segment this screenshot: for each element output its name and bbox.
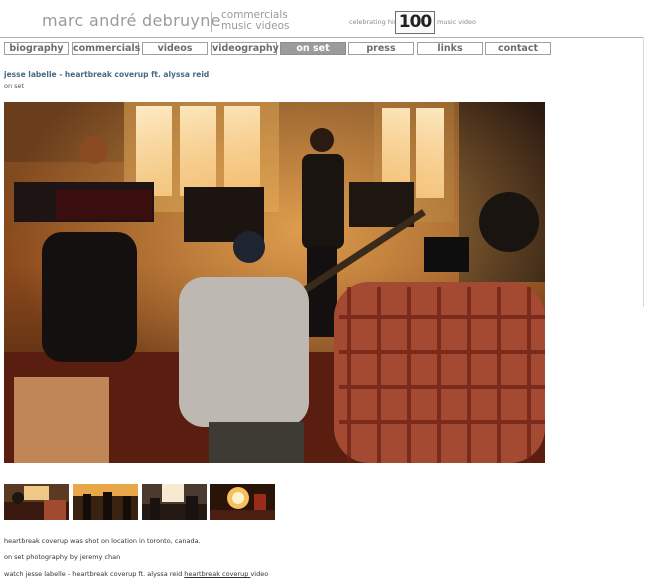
nav-commercials[interactable]: commercials — [72, 42, 140, 55]
nav-on-set[interactable]: on set — [280, 42, 346, 55]
subtitle-music-videos: music videos — [221, 20, 290, 32]
hundred-badge: 100 — [395, 11, 435, 34]
thumbnail-1[interactable] — [4, 484, 69, 520]
thumbnail-4[interactable] — [210, 484, 275, 520]
nav-videography[interactable]: videography — [211, 42, 279, 55]
site-header: marc andré debruyne commercials music vi… — [0, 0, 648, 38]
site-subtitle: commercials music videos — [221, 10, 290, 32]
music-video-text: music video — [437, 18, 477, 26]
post-title[interactable]: jesse labelle - heartbreak coverup ft. a… — [4, 70, 209, 79]
thumbnail-3[interactable] — [142, 484, 207, 520]
watch-text: watch jesse labelle - heartbreak coverup… — [4, 570, 185, 578]
header-rule — [0, 37, 644, 38]
post-category[interactable]: on set — [4, 82, 24, 90]
video-link[interactable]: heartbreak coverup — [184, 570, 250, 578]
watch-suffix: video — [250, 570, 269, 578]
thumbnail-image — [210, 484, 275, 520]
nav-biography[interactable]: biography — [4, 42, 69, 55]
thumbnail-2[interactable] — [73, 484, 138, 520]
nav-press[interactable]: press — [348, 42, 414, 55]
thumbnail-image — [142, 484, 207, 520]
celebrating-text: celebrating his — [349, 18, 398, 26]
right-border — [643, 37, 644, 307]
nav-videos[interactable]: videos — [142, 42, 208, 55]
on-set-photo-illustration — [4, 102, 545, 463]
thumbnail-image — [73, 484, 138, 520]
nav-contact[interactable]: contact — [485, 42, 551, 55]
header-divider — [211, 12, 212, 32]
description-watch: watch jesse labelle - heartbreak coverup… — [4, 570, 268, 578]
description-location: heartbreak coverup was shot on location … — [4, 537, 201, 545]
description-credit: on set photography by jeremy chan — [4, 553, 121, 561]
thumbnail-image — [4, 484, 69, 520]
site-name[interactable]: marc andré debruyne — [42, 11, 221, 30]
main-photo — [4, 102, 545, 463]
nav-links[interactable]: links — [417, 42, 483, 55]
